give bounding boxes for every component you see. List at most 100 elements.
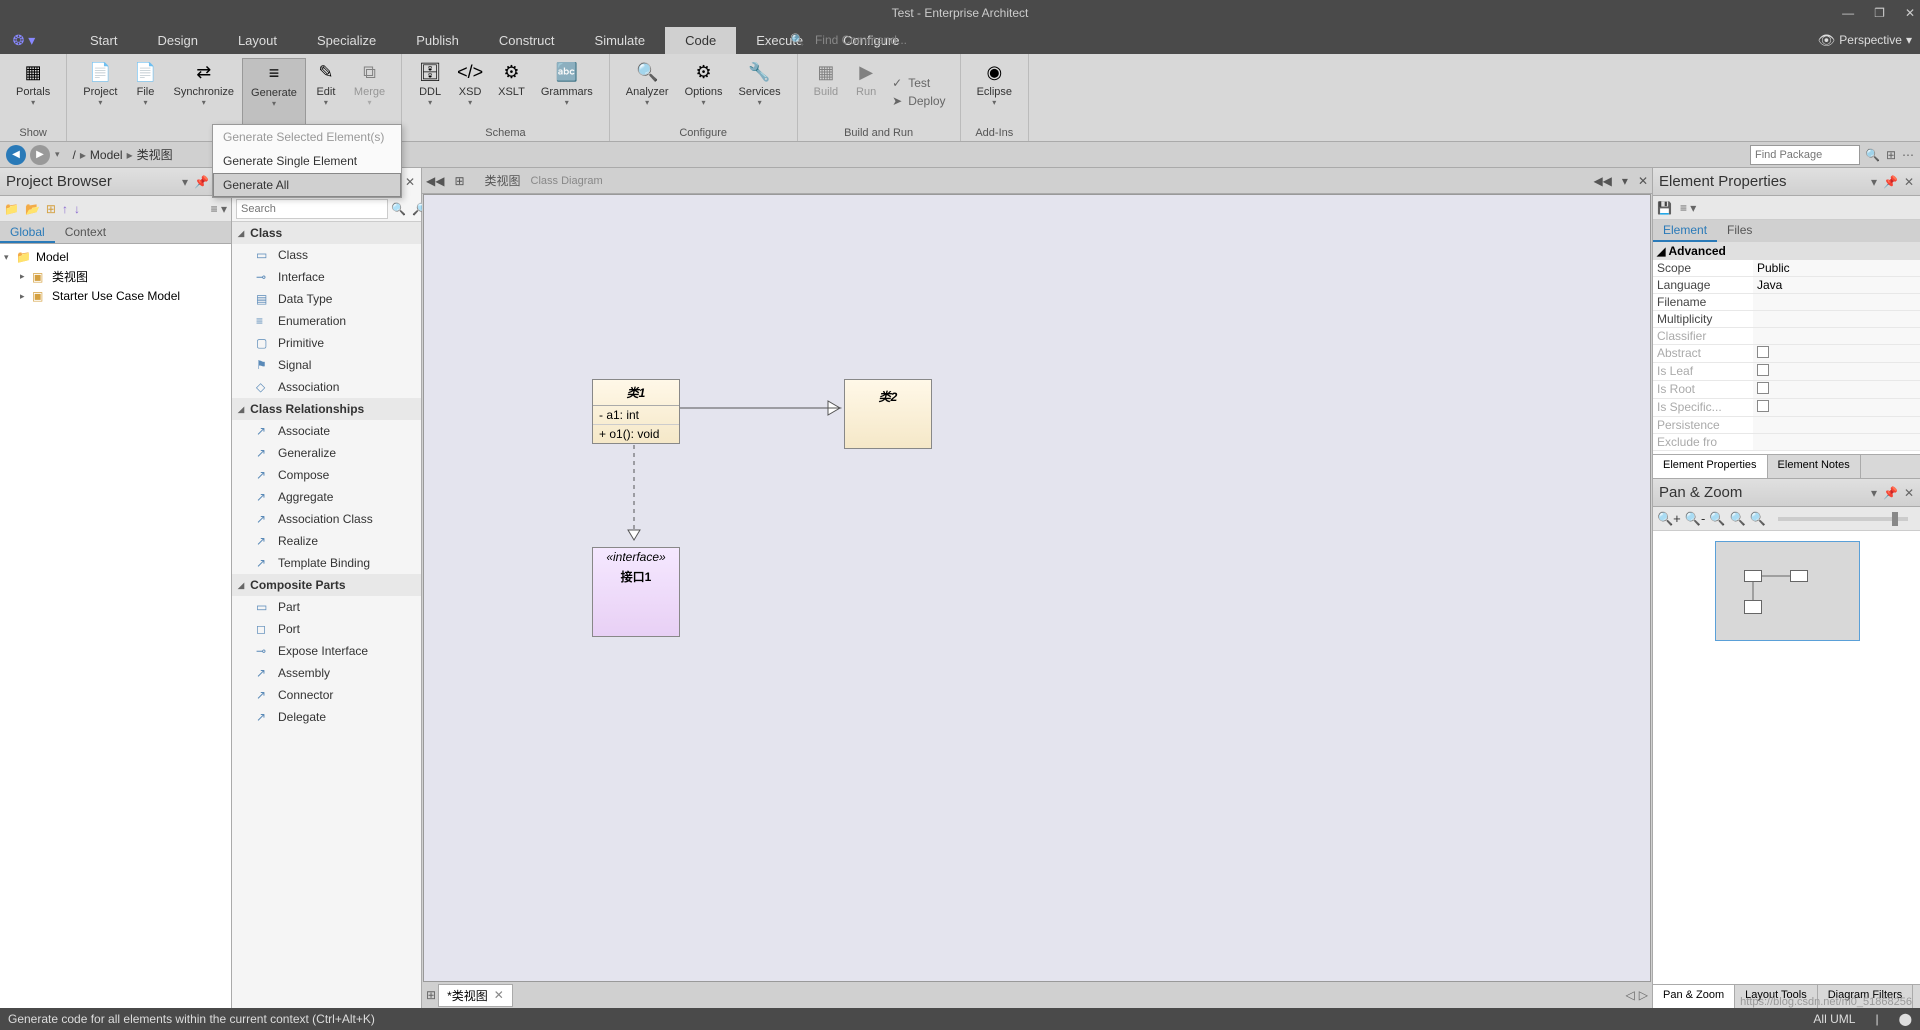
analyzer-button[interactable]: 🔍Analyzer▾: [618, 58, 677, 125]
toolbox-item-datatype[interactable]: ▤Data Type: [232, 288, 421, 310]
down-arrow-icon[interactable]: ↓: [74, 202, 80, 216]
chevron-left-icon[interactable]: ◀◀: [1593, 174, 1611, 188]
menu-construct[interactable]: Construct: [479, 27, 575, 54]
props-section-advanced[interactable]: ◢ Advanced: [1653, 242, 1920, 260]
prop-language[interactable]: Java: [1753, 277, 1920, 293]
breadcrumb-view[interactable]: 类视图: [137, 146, 173, 163]
uml-interface-1[interactable]: «interface» 接口1: [592, 547, 680, 637]
toolbox-item-part[interactable]: ▭Part: [232, 596, 421, 618]
tab-prev-icon[interactable]: ◁: [1626, 988, 1635, 1002]
generate-button[interactable]: ≡Generate▾: [242, 58, 306, 125]
toolbox-item-expose[interactable]: ⊸Expose Interface: [232, 640, 421, 662]
zoom-region-icon[interactable]: 🔍: [1750, 511, 1766, 527]
diagram-tab-icon[interactable]: ⊞: [426, 988, 436, 1002]
tab-element-properties[interactable]: Element Properties: [1653, 455, 1768, 478]
nav-back-button[interactable]: ◀: [6, 145, 26, 165]
grammars-button[interactable]: 🔤Grammars▾: [533, 58, 601, 125]
prop-multiplicity[interactable]: [1753, 311, 1920, 327]
deploy-button[interactable]: ➤Deploy: [892, 92, 945, 110]
tab-context[interactable]: Context: [55, 222, 116, 243]
toolbox-section-composite[interactable]: Composite Parts: [232, 574, 421, 596]
tab-files[interactable]: Files: [1717, 220, 1762, 242]
toolbox-section-relationships[interactable]: Class Relationships: [232, 398, 421, 420]
tab-element-notes[interactable]: Element Notes: [1768, 455, 1861, 478]
prop-exclude[interactable]: [1753, 434, 1920, 450]
menu-icon[interactable]: ≡ ▾: [1680, 201, 1696, 215]
dropdown-icon[interactable]: ▾: [1622, 174, 1628, 188]
services-button[interactable]: 🔧Services▾: [730, 58, 788, 125]
zoom-100-icon[interactable]: 🔍: [1729, 511, 1745, 527]
new-model-icon[interactable]: 📁: [4, 202, 19, 216]
prop-scope[interactable]: Public: [1753, 260, 1920, 276]
file-button[interactable]: 📄File▾: [126, 58, 166, 125]
uml-class-1[interactable]: 类1 - a1: int + o1(): void: [592, 379, 680, 444]
canvas-tool-icon[interactable]: ◀◀: [426, 174, 444, 188]
toolbox-item-assocclass[interactable]: ↗Association Class: [232, 508, 421, 530]
tree-icon[interactable]: ⊞: [46, 202, 56, 216]
toolbox-item-associate[interactable]: ↗Associate: [232, 420, 421, 442]
generate-all-item[interactable]: Generate All: [213, 173, 401, 197]
menu-layout[interactable]: Layout: [218, 27, 297, 54]
chevron-down-icon[interactable]: ▾: [55, 149, 60, 160]
menu-publish[interactable]: Publish: [396, 27, 479, 54]
zoom-in-icon[interactable]: 🔍+: [1657, 511, 1681, 527]
checkbox-icon[interactable]: [1757, 382, 1769, 394]
menu-design[interactable]: Design: [137, 27, 217, 54]
close-icon[interactable]: ✕: [405, 175, 415, 189]
dropdown-icon[interactable]: ▾: [1871, 486, 1877, 500]
xslt-button[interactable]: ⚙XSLT: [490, 58, 533, 125]
breadcrumb-model[interactable]: Model: [90, 148, 123, 162]
toolbox-item-tbinding[interactable]: ↗Template Binding: [232, 552, 421, 574]
xsd-button[interactable]: </>XSD▾: [450, 58, 490, 125]
pan-zoom-view[interactable]: [1653, 531, 1920, 984]
save-icon[interactable]: 💾: [1657, 201, 1672, 215]
toolbox-item-signal[interactable]: ⚑Signal: [232, 354, 421, 376]
toolbox-item-class[interactable]: ▭Class: [232, 244, 421, 266]
prop-persistence[interactable]: [1753, 417, 1920, 433]
maximize-icon[interactable]: ❐: [1874, 6, 1885, 20]
synchronize-button[interactable]: ⇄Synchronize▾: [166, 58, 243, 125]
tab-global[interactable]: Global: [0, 222, 55, 243]
zoom-out-icon[interactable]: 🔍-: [1685, 511, 1706, 527]
close-icon[interactable]: ✕: [1904, 175, 1914, 189]
minimize-icon[interactable]: —: [1842, 6, 1854, 20]
toolbox-section-class[interactable]: Class: [232, 222, 421, 244]
toolbox-item-realize[interactable]: ↗Realize: [232, 530, 421, 552]
find-package-input[interactable]: [1750, 145, 1860, 165]
tab-pan-zoom[interactable]: Pan & Zoom: [1653, 985, 1735, 1008]
prop-abstract[interactable]: [1753, 345, 1920, 362]
prop-filename[interactable]: [1753, 294, 1920, 310]
prop-isspecific[interactable]: [1753, 399, 1920, 416]
toolbox-item-enum[interactable]: ≡Enumeration: [232, 310, 421, 332]
checkbox-icon[interactable]: [1757, 400, 1769, 412]
eclipse-button[interactable]: ◉Eclipse▾: [969, 58, 1020, 125]
breadcrumb-root[interactable]: /: [73, 148, 76, 162]
checkbox-icon[interactable]: [1757, 364, 1769, 376]
diagram-tab[interactable]: *类视图 ✕: [438, 984, 513, 1007]
dropdown-icon[interactable]: ▾: [1871, 175, 1877, 189]
menu-specialize[interactable]: Specialize: [297, 27, 396, 54]
ddl-button[interactable]: 🗄DDL▾: [410, 58, 450, 125]
toolbox-item-association[interactable]: ◇Association: [232, 376, 421, 398]
edit-button[interactable]: ✎Edit▾: [306, 58, 346, 125]
app-icon[interactable]: ❂ ▾: [8, 29, 40, 51]
slider-thumb[interactable]: [1892, 512, 1898, 526]
test-button[interactable]: ✓Test: [892, 74, 945, 92]
up-arrow-icon[interactable]: ↑: [62, 202, 68, 216]
toolbox-item-interface[interactable]: ⊸Interface: [232, 266, 421, 288]
toolbox-search-input[interactable]: [236, 199, 388, 219]
zoom-slider[interactable]: [1778, 517, 1908, 521]
toolbox-item-connector[interactable]: ↗Connector: [232, 684, 421, 706]
menu-code[interactable]: Code: [665, 27, 736, 54]
toolbox-item-primitive[interactable]: ▢Primitive: [232, 332, 421, 354]
perspective-button[interactable]: 👁 Perspective ▾: [1817, 32, 1912, 49]
tree-icon[interactable]: ⊞: [1886, 148, 1896, 162]
uml-class-2[interactable]: 类2: [844, 379, 932, 449]
project-button[interactable]: 📄Project▾: [75, 58, 125, 125]
toolbox-item-assembly[interactable]: ↗Assembly: [232, 662, 421, 684]
portals-button[interactable]: ▦Portals▾: [8, 58, 58, 125]
tree-item-model[interactable]: ▾📁Model: [4, 248, 227, 266]
dropdown-icon[interactable]: ▾: [182, 175, 188, 189]
more-icon[interactable]: ⋯: [1902, 148, 1914, 162]
checkbox-icon[interactable]: [1757, 346, 1769, 358]
